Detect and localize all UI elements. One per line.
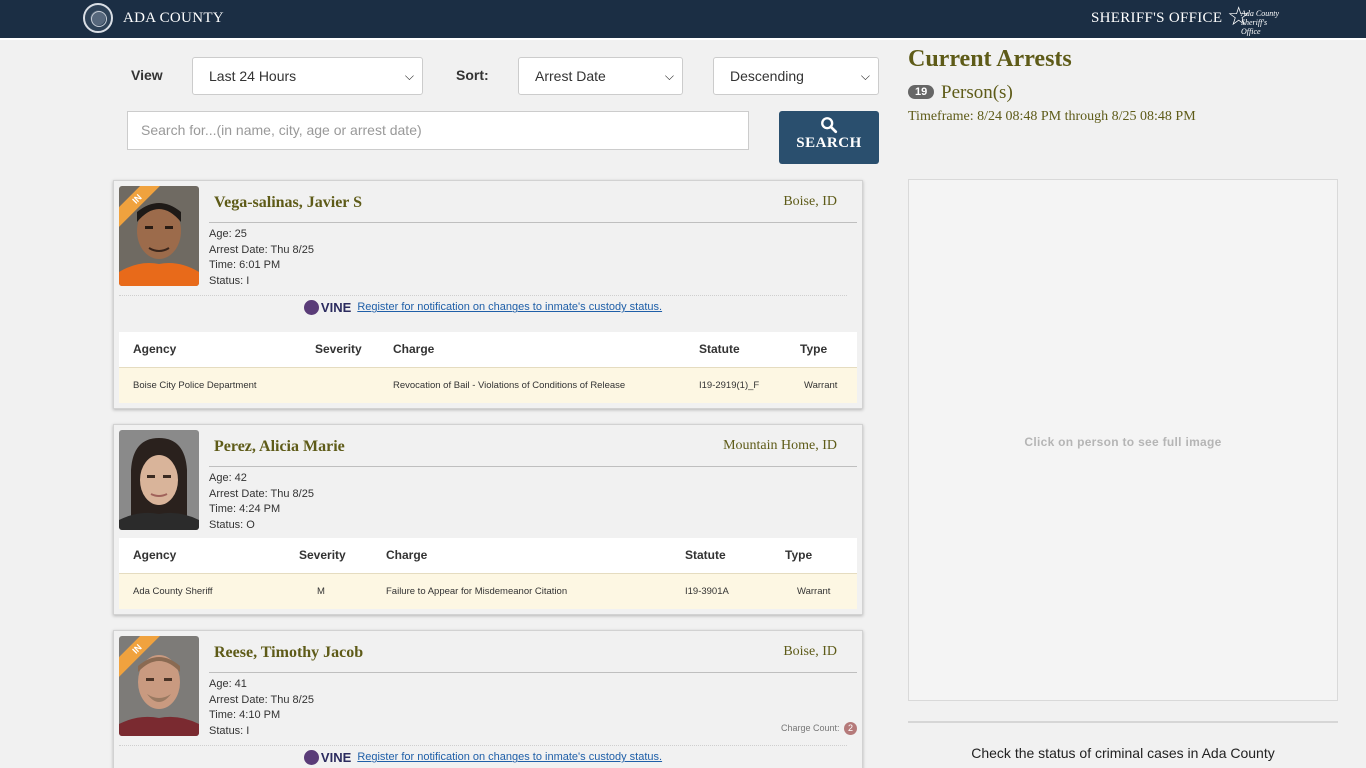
- arrest-card[interactable]: IN Vega-salinas, Javier S Boise, ID Age:…: [113, 180, 863, 409]
- image-hint: Click on person to see full image: [1024, 435, 1222, 449]
- mugshot-photo[interactable]: IN: [119, 636, 199, 736]
- vine-register-link[interactable]: Register for notification on changes to …: [357, 751, 662, 763]
- vine-logo-icon: VINE: [303, 750, 351, 765]
- charge-statute: I19-2919(1)_F: [699, 380, 760, 391]
- check-case-status-link[interactable]: Check the status of criminal cases in Ad…: [908, 745, 1338, 761]
- person-name[interactable]: Vega-salinas, Javier S: [214, 194, 362, 212]
- arrest-date: Arrest Date: Thu 8/25: [209, 693, 314, 706]
- chevron-down-icon: ⌵: [860, 69, 870, 83]
- top-header-bar: ADA COUNTY SHERIFF'S OFFICE ☆ Ada County…: [0, 0, 1366, 40]
- header-statute: Statute: [699, 342, 740, 356]
- arrest-date: Arrest Date: Thu 8/25: [209, 243, 314, 256]
- charge-type: Warrant: [804, 380, 838, 391]
- charge-count[interactable]: Charge Count: 2: [781, 722, 857, 735]
- sort-select-value: Arrest Date: [535, 68, 606, 84]
- timeframe: Timeframe: 8/24 08:48 PM through 8/25 08…: [908, 109, 1196, 124]
- chevron-down-icon: ⌵: [404, 69, 414, 83]
- arrest-card[interactable]: IN Reese, Timothy Jacob Boise, ID Age: 4…: [113, 630, 863, 768]
- charge-statute: I19-3901A: [685, 586, 729, 597]
- county-seal-icon[interactable]: [83, 3, 113, 33]
- custody-status: Status: I: [209, 725, 250, 738]
- view-select[interactable]: Last 24 Hours ⌵: [192, 57, 423, 95]
- charge-count-badge: 2: [844, 722, 857, 735]
- header-charge: Charge: [393, 342, 435, 356]
- persons-count: 19 Person(s): [908, 82, 1013, 104]
- header-type: Type: [800, 342, 828, 356]
- mugshot-photo[interactable]: [119, 430, 199, 530]
- sort-select[interactable]: Arrest Date ⌵: [518, 57, 683, 95]
- header-severity: Severity: [299, 548, 346, 562]
- age: Age: 25: [209, 228, 247, 240]
- divider: [908, 721, 1338, 723]
- charges-table-header: Agency Severity Charge Statute Type: [119, 332, 857, 367]
- header-agency: Agency: [133, 548, 177, 562]
- arrest-time: Time: 4:24 PM: [209, 503, 281, 516]
- charge-description: Failure to Appear for Misdemeanor Citati…: [386, 586, 568, 597]
- order-select[interactable]: Descending ⌵: [713, 57, 879, 95]
- vine-logo-icon: VINE: [303, 300, 351, 315]
- arrest-time: Time: 6:01 PM: [209, 259, 281, 272]
- search-input[interactable]: Search for...(in name, city, age or arre…: [127, 111, 749, 150]
- header-statute: Statute: [685, 548, 726, 562]
- person-city: Boise, ID: [783, 194, 837, 209]
- mugshot-photo[interactable]: IN: [119, 186, 199, 286]
- header-charge: Charge: [386, 548, 428, 562]
- charges-table-header: Agency Severity Charge Statute Type: [119, 538, 857, 573]
- count-badge: 19: [908, 85, 935, 99]
- order-select-value: Descending: [730, 68, 804, 84]
- county-name[interactable]: ADA COUNTY: [123, 10, 224, 27]
- chevron-down-icon: ⌵: [664, 69, 674, 83]
- search-button[interactable]: SEARCH: [779, 111, 879, 164]
- search-button-label: SEARCH: [796, 135, 862, 151]
- header-severity: Severity: [315, 342, 362, 356]
- view-select-value: Last 24 Hours: [209, 68, 297, 84]
- divider: [209, 466, 857, 467]
- person-details: Age: 25 Arrest Date: Thu 8/25 Time: 6:01…: [209, 227, 314, 290]
- age: Age: 41: [209, 678, 247, 690]
- page-title: Current Arrests: [908, 46, 1072, 72]
- arrest-date: Arrest Date: Thu 8/25: [209, 487, 314, 500]
- charge-agency: Ada County Sheriff: [133, 586, 213, 597]
- header-agency: Agency: [133, 342, 177, 356]
- header-type: Type: [785, 548, 813, 562]
- divider: [209, 222, 857, 223]
- office-name[interactable]: SHERIFF'S OFFICE: [1091, 10, 1222, 27]
- charge-description: Revocation of Bail - Violations of Condi…: [393, 380, 626, 391]
- charge-count-label: Charge Count:: [780, 723, 840, 733]
- arrest-time: Time: 4:10 PM: [209, 709, 281, 722]
- person-details: Age: 41 Arrest Date: Thu 8/25 Time: 4:10…: [209, 677, 314, 740]
- view-label: View: [131, 67, 163, 83]
- charge-severity: M: [317, 586, 325, 597]
- logo-line-2: Sheriff's Office: [1241, 18, 1268, 36]
- age: Age: 42: [209, 472, 247, 484]
- custody-status: Status: I: [209, 275, 250, 288]
- search-icon: [821, 117, 838, 134]
- charges-table: Agency Severity Charge Statute Type Ada …: [119, 538, 857, 609]
- charge-row: Ada County Sheriff M Failure to Appear f…: [119, 573, 857, 609]
- person-city: Boise, ID: [783, 644, 837, 659]
- person-name[interactable]: Perez, Alicia Marie: [214, 438, 345, 456]
- divider: [209, 672, 857, 673]
- custody-status: Status: O: [209, 519, 255, 532]
- charge-row: Boise City Police Department Revocation …: [119, 367, 857, 403]
- person-name[interactable]: Reese, Timothy Jacob: [214, 644, 363, 662]
- vine-register-link[interactable]: Register for notification on changes to …: [357, 301, 662, 313]
- charge-type: Warrant: [797, 586, 831, 597]
- person-city: Mountain Home, ID: [723, 438, 837, 453]
- logo-line-1: Ada County: [1241, 9, 1279, 18]
- charges-table: Agency Severity Charge Statute Type Bois…: [119, 332, 857, 403]
- person-details: Age: 42 Arrest Date: Thu 8/25 Time: 4:24…: [209, 471, 314, 534]
- arrest-card[interactable]: Perez, Alicia Marie Mountain Home, ID Ag…: [113, 424, 863, 615]
- sort-label: Sort:: [456, 67, 489, 83]
- vine-notification: VINE Register for notification on change…: [119, 745, 847, 768]
- vine-notification: VINE Register for notification on change…: [119, 295, 847, 323]
- full-image-panel: Click on person to see full image: [908, 179, 1338, 701]
- charge-agency: Boise City Police Department: [133, 380, 257, 391]
- sheriff-star-logo-icon[interactable]: ☆ Ada County Sheriff's Office: [1227, 1, 1285, 36]
- persons-label: Person(s): [941, 82, 1013, 103]
